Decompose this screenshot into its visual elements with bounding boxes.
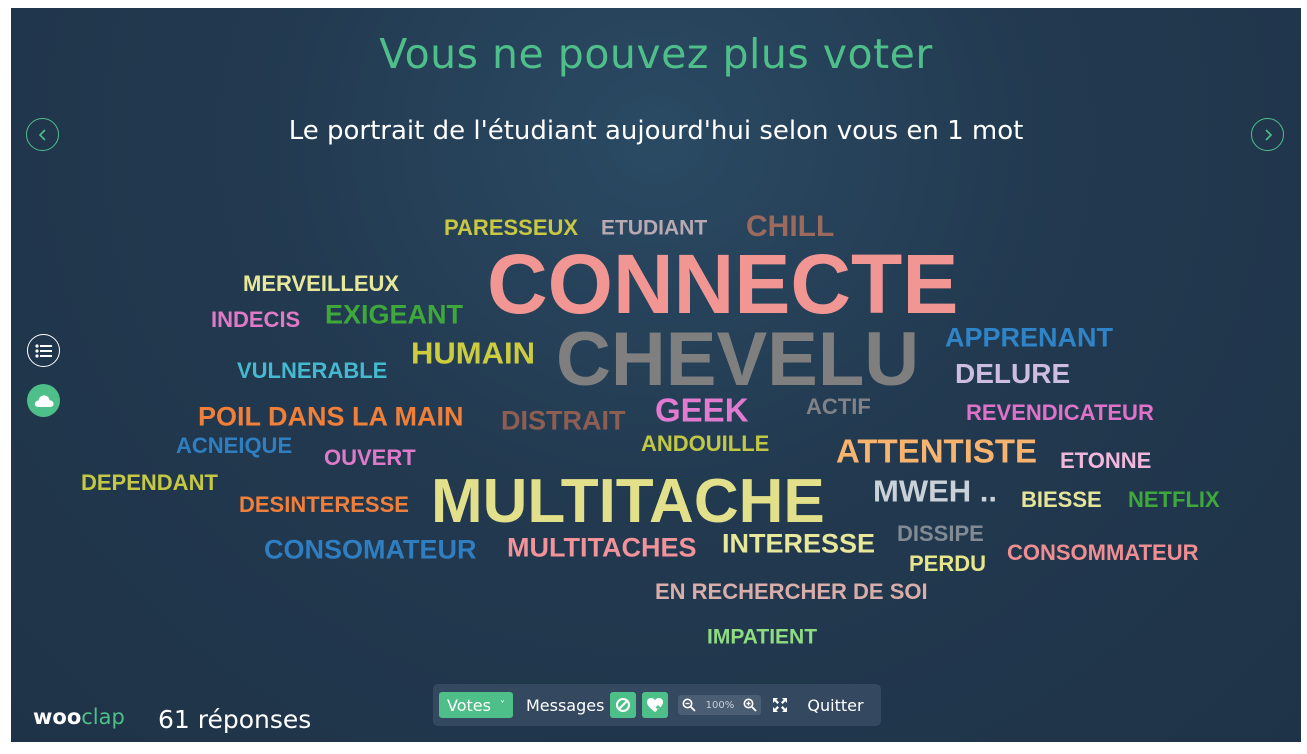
cloud-word: INDECIS — [211, 307, 301, 332]
cloud-word: APPRENANT — [945, 322, 1114, 353]
cloud-word: GEEK — [655, 391, 749, 429]
cloud-word: POIL DANS LA MAIN — [198, 401, 464, 432]
cloud-word: MWEH .. — [873, 473, 997, 509]
logo-text-clap: clap — [81, 705, 125, 729]
cloud-word: CONNECTE — [487, 237, 959, 331]
cloud-word: CHEVELU — [556, 317, 920, 402]
zoom-control: 100% — [678, 695, 762, 715]
cloud-word: ACTIF — [806, 394, 871, 419]
zoom-in-icon[interactable] — [743, 698, 758, 712]
cloud-word: OUVERT — [324, 445, 416, 470]
cloud-word: ANDOUILLE — [641, 431, 770, 456]
cloud-word: REVENDICATEUR — [966, 400, 1154, 425]
cloud-word: DISSIPE — [897, 521, 984, 546]
cloud-word: PARESSEUX — [444, 215, 579, 240]
cloud-word: MULTITACHES — [507, 532, 697, 563]
cloud-word: INTERESSE — [722, 528, 876, 559]
block-icon — [616, 698, 631, 712]
messages-button[interactable]: Messages — [526, 696, 604, 715]
cloud-word: DESINTERESSE — [239, 492, 409, 517]
logo-text-woo: woo — [33, 705, 82, 729]
zoom-level: 100% — [705, 699, 735, 711]
cloud-word: ACNEIQUE — [176, 433, 293, 458]
reactions-button[interactable] — [642, 692, 669, 718]
cloud-word: IMPATIENT — [707, 625, 818, 649]
word-cloud: PARESSEUX ETUDIANT CHILL CONNECTE MERVEILLEU… — [11, 8, 1301, 742]
cloud-word: VULNERABLE — [237, 358, 388, 383]
zoom-out-icon[interactable] — [682, 698, 697, 712]
cloud-word: BIESSE — [1021, 487, 1102, 512]
cloud-word: HUMAIN — [411, 335, 535, 371]
votes-label: Votes — [447, 695, 491, 715]
cloud-word: PERDU — [909, 551, 987, 576]
cloud-word: EN RECHERCHER DE SOI — [655, 579, 928, 604]
cloud-word: NETFLIX — [1128, 487, 1220, 512]
cloud-word: MULTITACHE — [431, 467, 825, 536]
cloud-word: MERVEILLEUX — [243, 271, 400, 296]
cloud-word: ETONNE — [1060, 448, 1152, 473]
fullscreen-button[interactable] — [772, 697, 788, 713]
cloud-word: CONSOMMATEUR — [1007, 540, 1199, 565]
wooclap-logo: wooclap — [33, 705, 125, 729]
cloud-word: ATTENTISTE — [836, 432, 1038, 470]
quit-button[interactable]: Quitter — [807, 696, 863, 715]
chevron-down-icon: ˅ — [499, 699, 505, 711]
presenter-toolbar: Votes ˅ Messages 100% Quitter — [433, 684, 881, 726]
response-count: 61 réponses — [158, 705, 312, 734]
cloud-word: DISTRAIT — [501, 405, 626, 436]
presentation-slide: Vous ne pouvez plus voter Le portrait de… — [11, 8, 1301, 742]
cloud-word: DELURE — [955, 358, 1071, 389]
cloud-word: EXIGEANT — [325, 299, 464, 330]
cloud-word: DEPENDANT — [81, 470, 218, 495]
close-voting-button[interactable] — [610, 692, 637, 718]
heart-upload-icon — [647, 698, 664, 712]
cloud-word: ETUDIANT — [601, 216, 708, 240]
fullscreen-icon — [773, 698, 788, 712]
votes-dropdown[interactable]: Votes ˅ — [439, 692, 513, 718]
cloud-word: CONSOMATEUR — [264, 534, 477, 565]
